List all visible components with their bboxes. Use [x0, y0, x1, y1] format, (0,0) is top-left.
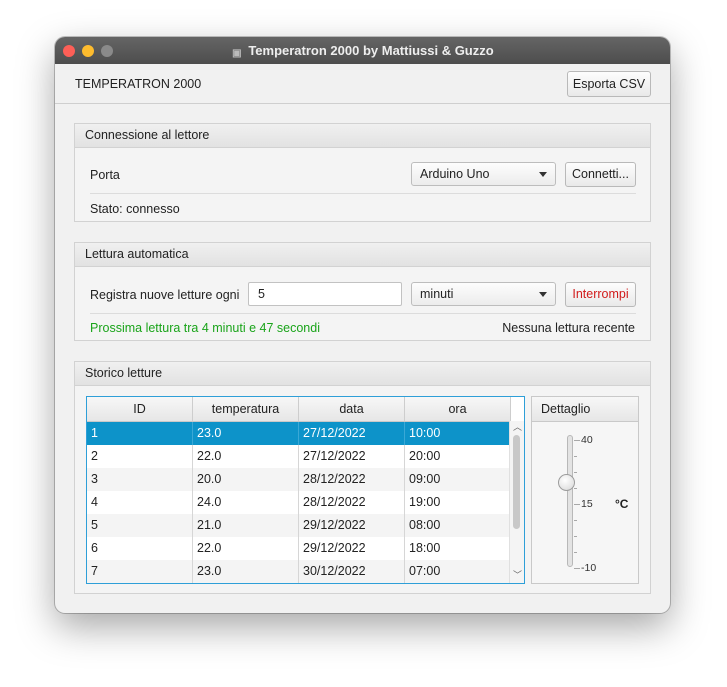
- cell-temperatura: 23.0: [193, 422, 299, 445]
- cell-temperatura: 20.0: [193, 468, 299, 491]
- connection-panel: Connessione al lettore Porta Arduino Uno…: [74, 123, 651, 222]
- history-table[interactable]: ID temperatura data ora 1 23.0 27/12/202…: [86, 396, 525, 584]
- scrollbar-thumb[interactable]: [513, 435, 520, 529]
- cell-ora: 18:00: [405, 537, 510, 560]
- auto-read-panel-header: Lettura automatica: [75, 243, 650, 267]
- cell-id: 7: [87, 560, 193, 583]
- auto-read-separator: [90, 313, 636, 314]
- column-header-temperatura[interactable]: temperatura: [193, 397, 299, 421]
- scale-major-tick: [574, 568, 580, 569]
- cell-id: 6: [87, 537, 193, 560]
- scroll-down-icon[interactable]: ﹀: [513, 571, 522, 580]
- cell-id: 3: [87, 468, 193, 491]
- table-row[interactable]: 6 22.0 29/12/2022 18:00: [87, 537, 510, 560]
- port-select[interactable]: Arduino Uno: [411, 162, 556, 186]
- detail-header: Dettaglio: [532, 397, 638, 422]
- cell-data: 27/12/2022: [299, 422, 405, 445]
- next-reading-text: Prossima lettura tra 4 minuti e 47 secon…: [90, 321, 320, 335]
- cell-temperatura: 21.0: [193, 514, 299, 537]
- scale-major-tick: [574, 504, 580, 505]
- scale-minor-tick: [574, 552, 577, 553]
- scale-mid-label: 15: [581, 498, 593, 510]
- window-title-container: ▣ Temperatron 2000 by Mattiussi & Guzzo: [55, 37, 670, 64]
- table-row[interactable]: 5 21.0 29/12/2022 08:00: [87, 514, 510, 537]
- cell-data: 28/12/2022: [299, 491, 405, 514]
- cell-ora: 19:00: [405, 491, 510, 514]
- cell-ora: 09:00: [405, 468, 510, 491]
- cell-id: 5: [87, 514, 193, 537]
- scale-minor-tick: [574, 472, 577, 473]
- column-header-ora[interactable]: ora: [405, 397, 511, 421]
- scale-max-label: 40: [581, 434, 593, 446]
- cell-ora: 10:00: [405, 422, 510, 445]
- app-icon: ▣: [232, 48, 242, 59]
- port-select-value: Arduino Uno: [420, 167, 490, 181]
- scale-major-tick: [574, 440, 580, 441]
- scale-min-label: -10: [581, 562, 597, 574]
- cell-temperatura: 23.0: [193, 560, 299, 583]
- interval-input[interactable]: 5: [248, 282, 402, 306]
- interval-unit-select[interactable]: minuti: [411, 282, 556, 306]
- history-panel-header: Storico letture: [75, 362, 650, 386]
- column-header-id[interactable]: ID: [87, 397, 193, 421]
- cell-temperatura: 22.0: [193, 537, 299, 560]
- interval-label: Registra nuove letture ogni: [90, 288, 240, 302]
- scale-minor-tick: [574, 520, 577, 521]
- table-row[interactable]: 3 20.0 28/12/2022 09:00: [87, 468, 510, 491]
- cell-temperatura: 22.0: [193, 445, 299, 468]
- connection-status: Stato: connesso: [90, 202, 180, 216]
- cell-data: 27/12/2022: [299, 445, 405, 468]
- table-header: ID temperatura data ora: [87, 397, 511, 422]
- temperature-slider-track[interactable]: [567, 435, 573, 567]
- table-row[interactable]: 2 22.0 27/12/2022 20:00: [87, 445, 510, 468]
- temperature-slider-thumb[interactable]: [558, 474, 575, 491]
- scale-minor-tick: [574, 456, 577, 457]
- recent-reading-text: Nessuna lettura recente: [502, 321, 635, 335]
- connection-separator: [90, 193, 636, 194]
- table-scrollbar[interactable]: ︿ ﹀: [509, 421, 524, 583]
- cell-data: 28/12/2022: [299, 468, 405, 491]
- header-divider: [55, 103, 670, 104]
- window-title: Temperatron 2000 by Mattiussi & Guzzo: [248, 43, 494, 58]
- stop-button[interactable]: Interrompi: [565, 282, 636, 307]
- table-row[interactable]: 1 23.0 27/12/2022 10:00: [87, 422, 510, 445]
- table-row[interactable]: 4 24.0 28/12/2022 19:00: [87, 491, 510, 514]
- chevron-down-icon: [539, 172, 547, 177]
- cell-data: 29/12/2022: [299, 537, 405, 560]
- detail-panel: Dettaglio 40 15 -10 °C: [531, 396, 639, 584]
- cell-id: 1: [87, 422, 193, 445]
- title-bar: ▣ Temperatron 2000 by Mattiussi & Guzzo: [55, 37, 670, 64]
- connection-panel-header: Connessione al lettore: [75, 124, 650, 148]
- app-window: ▣ Temperatron 2000 by Mattiussi & Guzzo T…: [55, 37, 670, 613]
- port-label: Porta: [90, 168, 120, 182]
- scroll-up-icon[interactable]: ︿: [513, 423, 522, 432]
- auto-read-panel: Lettura automatica Registra nuove lettur…: [74, 242, 651, 341]
- table-row[interactable]: 7 23.0 30/12/2022 07:00: [87, 560, 510, 583]
- interval-unit-value: minuti: [420, 287, 454, 301]
- cell-temperatura: 24.0: [193, 491, 299, 514]
- scale-minor-tick: [574, 488, 577, 489]
- cell-data: 30/12/2022: [299, 560, 405, 583]
- connect-button[interactable]: Connetti...: [565, 162, 636, 187]
- unit-label: °C: [615, 497, 629, 511]
- cell-ora: 07:00: [405, 560, 510, 583]
- column-header-data[interactable]: data: [299, 397, 405, 421]
- cell-data: 29/12/2022: [299, 514, 405, 537]
- app-heading: TEMPERATRON 2000: [75, 77, 202, 91]
- cell-ora: 08:00: [405, 514, 510, 537]
- scale-minor-tick: [574, 536, 577, 537]
- export-csv-button[interactable]: Esporta CSV: [567, 71, 651, 97]
- cell-ora: 20:00: [405, 445, 510, 468]
- cell-id: 4: [87, 491, 193, 514]
- chevron-down-icon: [539, 292, 547, 297]
- cell-id: 2: [87, 445, 193, 468]
